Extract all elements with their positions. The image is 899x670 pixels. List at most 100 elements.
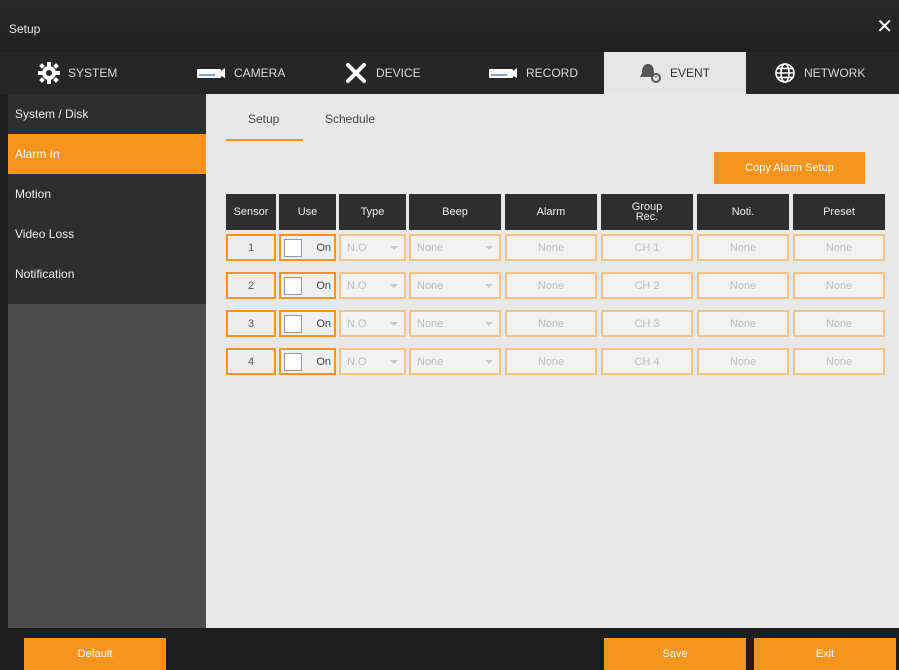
main-panel: Setup Schedule Copy Alarm Setup Sensor U… (206, 94, 899, 628)
subtab-setup[interactable]: Setup (248, 112, 279, 126)
close-icon[interactable]: ✕ (876, 14, 893, 39)
tab-label: EVENT (670, 66, 711, 80)
type-select[interactable]: N.O (339, 272, 406, 299)
dropdown-arrow-icon (390, 283, 398, 288)
beep-value: None (417, 355, 444, 368)
use-toggle[interactable]: On (279, 234, 336, 261)
dropdown-arrow-icon (485, 283, 493, 288)
subtab-schedule[interactable]: Schedule (325, 112, 375, 126)
sidebar-item-notification[interactable]: Notification (8, 254, 206, 294)
title-bar: Setup ✕ (0, 0, 899, 52)
sidebar-item-motion[interactable]: Motion (8, 174, 206, 214)
subtab-active-indicator (226, 139, 303, 141)
top-tab-bar: SYSTEM CAMERA DEVICE RECORD EVENT NETWOR… (0, 52, 899, 94)
use-checkbox[interactable] (284, 238, 302, 257)
noti-cell[interactable]: None (697, 348, 789, 375)
alarm-cell[interactable]: None (505, 348, 597, 375)
alarm-cell[interactable]: None (505, 234, 597, 261)
sidebar-menu: System / Disk Alarm In Motion Video Loss… (8, 94, 206, 304)
tab-event[interactable]: EVENT (604, 52, 746, 94)
copy-alarm-setup-button[interactable]: Copy Alarm Setup (714, 152, 865, 184)
beep-select[interactable]: None (409, 234, 501, 261)
type-select[interactable]: N.O (339, 310, 406, 337)
type-value: N.O (347, 317, 367, 330)
dropdown-arrow-icon (390, 245, 398, 250)
header-beep: Beep (409, 194, 501, 230)
beep-value: None (417, 279, 444, 292)
bell-icon (638, 62, 662, 84)
globe-icon (774, 62, 796, 84)
dropdown-arrow-icon (390, 359, 398, 364)
use-label: On (316, 317, 331, 330)
dropdown-arrow-icon (390, 321, 398, 326)
tab-label: DEVICE (376, 66, 421, 80)
dropdown-arrow-icon (485, 321, 493, 326)
dropdown-arrow-icon (485, 245, 493, 250)
default-button[interactable]: Default (24, 638, 166, 670)
sidebar-item-video-loss[interactable]: Video Loss (8, 214, 206, 254)
beep-value: None (417, 241, 444, 254)
noti-cell[interactable]: None (697, 234, 789, 261)
tab-network[interactable]: NETWORK (774, 52, 894, 94)
sensor-number-cell: 1 (226, 234, 276, 261)
group-rec-cell[interactable]: CH 3 (601, 310, 693, 337)
group-rec-cell[interactable]: CH 1 (601, 234, 693, 261)
header-noti: Noti. (697, 194, 789, 230)
tab-label: RECORD (526, 66, 579, 80)
noti-cell[interactable]: None (697, 310, 789, 337)
sensor-number-cell: 4 (226, 348, 276, 375)
header-use: Use (279, 194, 336, 230)
tab-label: NETWORK (804, 66, 866, 80)
tab-label: CAMERA (234, 66, 286, 80)
alarm-cell[interactable]: None (505, 272, 597, 299)
tab-system[interactable]: SYSTEM (38, 52, 188, 94)
use-toggle[interactable]: On (279, 272, 336, 299)
type-value: N.O (347, 279, 367, 292)
noti-cell[interactable]: None (697, 272, 789, 299)
record-icon (488, 66, 518, 80)
use-label: On (316, 241, 331, 254)
preset-cell[interactable]: None (793, 234, 885, 261)
type-select[interactable]: N.O (339, 234, 406, 261)
sensor-number-cell: 3 (226, 310, 276, 337)
type-value: N.O (347, 241, 367, 254)
header-group-line2: Rec. (635, 211, 659, 223)
header-sensor: Sensor (226, 194, 276, 230)
preset-cell[interactable]: None (793, 348, 885, 375)
beep-value: None (417, 317, 444, 330)
window-title: Setup (9, 22, 41, 36)
header-preset: Preset (793, 194, 885, 230)
use-checkbox[interactable] (284, 276, 302, 295)
header-alarm: Alarm (505, 194, 597, 230)
group-rec-cell[interactable]: CH 2 (601, 272, 693, 299)
type-select[interactable]: N.O (339, 348, 406, 375)
header-group-rec: Group Rec. (601, 194, 693, 230)
sensor-number-cell: 2 (226, 272, 276, 299)
use-checkbox[interactable] (284, 314, 302, 333)
sidebar-item-alarm-in[interactable]: Alarm In (8, 134, 206, 174)
use-label: On (316, 355, 331, 368)
use-toggle[interactable]: On (279, 348, 336, 375)
preset-cell[interactable]: None (793, 272, 885, 299)
exit-button[interactable]: Exit (754, 638, 896, 670)
group-rec-cell[interactable]: CH 4 (601, 348, 693, 375)
tab-device[interactable]: DEVICE (344, 52, 464, 94)
alarm-cell[interactable]: None (505, 310, 597, 337)
dropdown-arrow-icon (485, 359, 493, 364)
sidebar: System / Disk Alarm In Motion Video Loss… (8, 94, 206, 628)
beep-select[interactable]: None (409, 272, 501, 299)
gear-icon (38, 62, 60, 84)
use-toggle[interactable]: On (279, 310, 336, 337)
use-checkbox[interactable] (284, 352, 302, 371)
beep-select[interactable]: None (409, 348, 501, 375)
beep-select[interactable]: None (409, 310, 501, 337)
tab-camera[interactable]: CAMERA (196, 52, 326, 94)
header-type: Type (339, 194, 406, 230)
tab-record[interactable]: RECORD (488, 52, 598, 94)
save-button[interactable]: Save (604, 638, 746, 670)
sidebar-item-system-disk[interactable]: System / Disk (8, 94, 206, 134)
type-value: N.O (347, 355, 367, 368)
tab-label: SYSTEM (68, 66, 118, 80)
camera-icon (196, 66, 226, 80)
preset-cell[interactable]: None (793, 310, 885, 337)
